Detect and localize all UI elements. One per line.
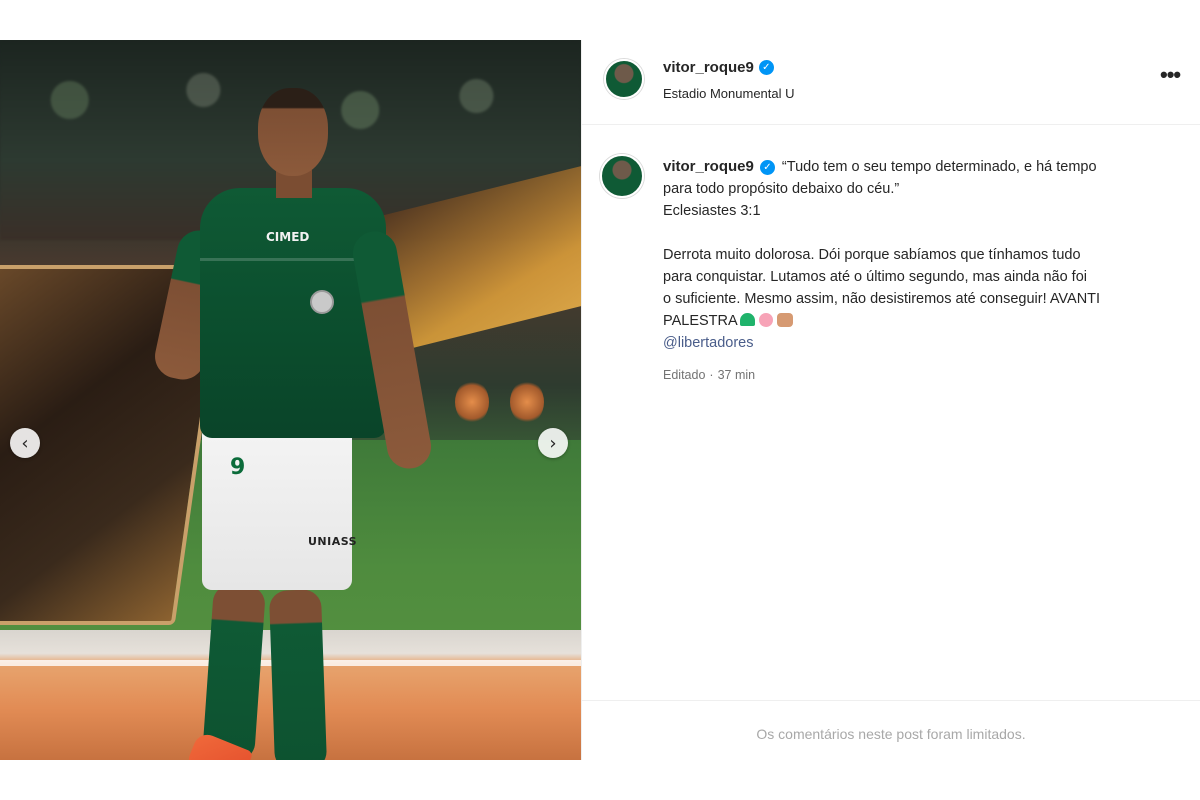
caption-para-line-2: para conquistar. Lutamos até o último se…	[663, 269, 1087, 285]
caption-quote-line-2: para todo propósito debaixo do céu.”	[663, 181, 900, 197]
player-jersey: CIMED	[200, 188, 386, 438]
comments-limited-notice: Os comentários neste post foram limitado…	[756, 726, 1026, 742]
verified-badge-icon: ✓	[759, 160, 775, 175]
green-heart-icon	[739, 313, 755, 326]
comments-divider	[582, 700, 1200, 701]
verified-badge-icon: ✓	[758, 60, 774, 75]
player-figure: CIMED 9 UNIASS	[150, 80, 460, 760]
player-left-leg	[201, 583, 267, 760]
player-head	[258, 88, 328, 176]
shorts-sponsor-text: UNIASS	[308, 535, 358, 548]
caption-paragraph: Derrota muito dolorosa. Dói porque sabía…	[663, 244, 1191, 354]
caption-line: vitor_roque9 ✓ “Tudo tem o seu tempo det…	[663, 156, 1191, 178]
caption-meta: Editado · 37 min	[663, 364, 1191, 386]
caption-para-line-1: Derrota muito dolorosa. Dói porque sabía…	[663, 247, 1081, 263]
meta-separator: ·	[709, 368, 714, 382]
post-header-user: vitor_roque9 ✓	[663, 59, 774, 76]
pig-face-icon	[758, 313, 773, 327]
post-media-carousel[interactable]: CIMED 9 UNIASS ‹ ›	[0, 40, 581, 760]
raising-hands-icon	[776, 313, 793, 327]
avatar[interactable]	[604, 59, 644, 99]
post-location[interactable]: Estadio Monumental U	[663, 86, 795, 101]
post-side-panel: vitor_roque9 ✓ Estadio Monumental U ••• …	[581, 40, 1200, 760]
caption-reference: Eclesiastes 3:1	[663, 203, 761, 219]
more-options-icon[interactable]: •••	[1160, 64, 1181, 86]
caption-para-line-3: o suficiente. Mesmo assim, não desistire…	[663, 291, 1101, 307]
caption-para-line-4: PALESTRA	[663, 310, 1191, 332]
caption-avatar[interactable]	[600, 154, 644, 198]
header-divider	[582, 124, 1200, 125]
carousel-prev-button[interactable]: ‹	[10, 428, 40, 458]
caption-para-line-4-text: PALESTRA	[663, 313, 738, 329]
post-caption: vitor_roque9 ✓ “Tudo tem o seu tempo det…	[663, 156, 1191, 386]
jersey-sponsor-text: CIMED	[266, 230, 310, 244]
mention-link[interactable]: @libertadores	[663, 332, 1191, 354]
caption-quote-line-1: “Tudo tem o seu tempo determinado, e há …	[781, 159, 1097, 175]
player-shorts	[202, 425, 352, 590]
carousel-next-button[interactable]: ›	[538, 428, 568, 458]
edited-label: Editado	[663, 368, 706, 382]
chevron-left-icon: ‹	[21, 432, 29, 454]
medal-icon	[310, 290, 334, 314]
shorts-number: 9	[230, 455, 246, 480]
header-username[interactable]: vitor_roque9	[663, 59, 754, 76]
caption-username[interactable]: vitor_roque9	[663, 158, 754, 175]
player-right-leg	[268, 589, 328, 760]
post-time[interactable]: 37 min	[718, 364, 756, 386]
chevron-right-icon: ›	[549, 432, 557, 454]
